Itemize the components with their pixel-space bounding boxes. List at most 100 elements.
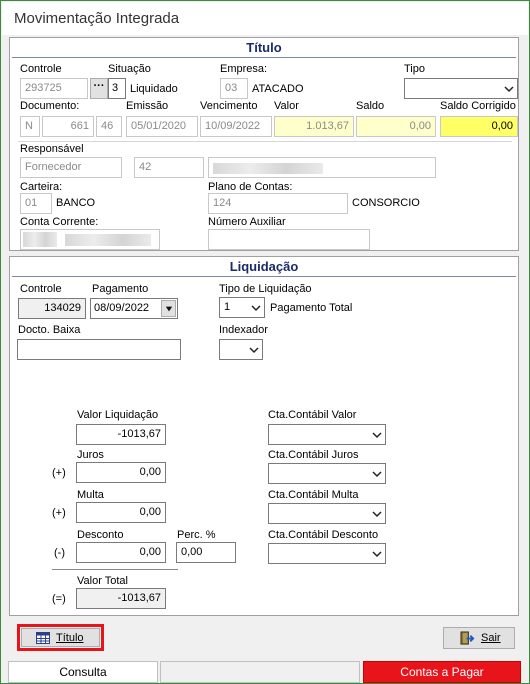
valor-liquidacao-field[interactable]: -1013,67 bbox=[76, 424, 166, 445]
sair-button-label: Sair bbox=[481, 632, 501, 644]
controle-label: Controle bbox=[20, 63, 62, 75]
docto-baixa-label: Docto. Baixa bbox=[18, 324, 81, 336]
valor-total-sign: (=) bbox=[52, 593, 66, 605]
chevron-down-icon bbox=[372, 471, 382, 478]
juros-label: Juros bbox=[77, 449, 104, 461]
plano-contas-label: Plano de Contas: bbox=[208, 181, 293, 193]
chevron-down-icon bbox=[504, 86, 514, 93]
saldo-field[interactable]: 0,00 bbox=[356, 116, 436, 137]
cta-multa-dropdown[interactable] bbox=[268, 503, 386, 524]
indexador-label: Indexador bbox=[219, 324, 268, 336]
multa-field[interactable]: 0,00 bbox=[76, 502, 166, 523]
conta-corrente-label: Conta Corrente: bbox=[20, 216, 99, 228]
documento-label: Documento: bbox=[20, 100, 80, 112]
valor-field[interactable]: 1.013,67 bbox=[274, 116, 354, 137]
cta-juros-label: Cta.Contábil Juros bbox=[268, 449, 359, 461]
cta-valor-label: Cta.Contábil Valor bbox=[268, 409, 357, 421]
table-icon bbox=[36, 632, 50, 644]
doc-parcel-field[interactable]: 46 bbox=[96, 116, 122, 137]
cta-juros-dropdown[interactable] bbox=[268, 463, 386, 484]
controle-field[interactable]: 293725 bbox=[20, 78, 88, 99]
cta-valor-dropdown[interactable] bbox=[268, 424, 386, 445]
tipo-liquidacao-code: 1 bbox=[224, 301, 231, 313]
tipo-liquidacao-text: Pagamento Total bbox=[270, 302, 353, 314]
chevron-down-icon bbox=[372, 432, 382, 439]
responsavel-type-field[interactable]: Fornecedor bbox=[20, 157, 122, 178]
saldo-label: Saldo bbox=[356, 100, 385, 112]
juros-sign: (+) bbox=[52, 467, 66, 479]
calendar-dropdown-button[interactable] bbox=[161, 300, 176, 317]
empresa-label: Empresa: bbox=[220, 63, 268, 75]
numero-auxiliar-label: Número Auxiliar bbox=[208, 216, 286, 228]
numero-auxiliar-field[interactable] bbox=[208, 229, 370, 250]
tipo-liquidacao-dropdown[interactable]: 1 bbox=[219, 297, 265, 318]
valor-liquidacao-label: Valor Liquidação bbox=[77, 409, 159, 421]
tab-middle[interactable] bbox=[160, 661, 360, 683]
sair-button[interactable]: Sair bbox=[443, 627, 515, 649]
multa-sign: (+) bbox=[52, 507, 66, 519]
plano-contas-code-field[interactable]: 124 bbox=[208, 193, 348, 214]
juros-field[interactable]: 0,00 bbox=[76, 462, 166, 483]
perc-field[interactable]: 0,00 bbox=[176, 542, 236, 563]
doc-number-field[interactable]: 661 bbox=[42, 116, 94, 137]
valor-total-field[interactable]: -1013,67 bbox=[76, 588, 166, 609]
exit-icon bbox=[460, 631, 475, 645]
window-title: Movimentação Integrada bbox=[14, 10, 180, 27]
liq-controle-label: Controle bbox=[20, 283, 62, 295]
liq-controle-field[interactable]: 134029 bbox=[18, 298, 86, 319]
cta-multa-label: Cta.Contábil Multa bbox=[268, 489, 359, 501]
multa-label: Multa bbox=[77, 489, 104, 501]
perc-label: Perc. % bbox=[177, 529, 216, 541]
situacao-code-field[interactable]: 3 bbox=[108, 78, 126, 99]
pagamento-value: 08/09/2022 bbox=[94, 302, 150, 314]
vencimento-label: Vencimento bbox=[200, 100, 258, 112]
liquidacao-panel: Liquidação Controle 134029 Pagamento 08/… bbox=[9, 256, 519, 616]
valor-total-label: Valor Total bbox=[77, 575, 128, 587]
conta-corrente-field[interactable] bbox=[20, 229, 160, 250]
desconto-label: Desconto bbox=[77, 529, 124, 541]
carteira-name: BANCO bbox=[56, 197, 96, 209]
chevron-down-icon bbox=[372, 551, 382, 558]
situacao-label: Situação bbox=[108, 63, 151, 75]
titulo-section-title: Título bbox=[246, 40, 282, 55]
doc-type-field[interactable]: N bbox=[20, 116, 40, 137]
chevron-down-icon bbox=[372, 511, 382, 518]
chevron-down-icon bbox=[165, 306, 173, 312]
pagamento-label: Pagamento bbox=[92, 283, 149, 295]
responsavel-code-field[interactable]: 42 bbox=[134, 157, 204, 178]
empresa-code-field[interactable]: 03 bbox=[220, 78, 248, 99]
chevron-down-icon bbox=[249, 347, 259, 354]
saldo-corrigido-field[interactable]: 0,00 bbox=[440, 116, 518, 137]
tipo-liquidacao-label: Tipo de Liquidação bbox=[219, 283, 312, 295]
desconto-sign: (-) bbox=[54, 547, 65, 559]
controle-lookup-button[interactable]: ··· bbox=[90, 78, 108, 99]
empresa-name: ATACADO bbox=[252, 83, 304, 95]
total-divider bbox=[52, 569, 178, 570]
tipo-dropdown[interactable] bbox=[404, 78, 518, 99]
docto-baixa-field[interactable] bbox=[17, 339, 181, 360]
plano-contas-name: CONSORCIO bbox=[352, 197, 420, 209]
responsavel-name-field[interactable] bbox=[208, 157, 436, 178]
titulo-button-label: Título bbox=[56, 632, 84, 644]
desconto-field[interactable]: 0,00 bbox=[76, 542, 166, 563]
vencimento-field[interactable]: 10/09/2022 bbox=[200, 116, 272, 137]
carteira-label: Carteira: bbox=[20, 181, 63, 193]
saldo-corrigido-label: Saldo Corrigido bbox=[440, 100, 516, 112]
main-window: Movimentação Integrada Título Controle 2… bbox=[0, 0, 530, 684]
titulo-button[interactable]: Título bbox=[21, 628, 100, 647]
tab-contas-a-pagar[interactable]: Contas a Pagar bbox=[363, 661, 521, 683]
carteira-code-field[interactable]: 01 bbox=[20, 193, 52, 214]
emissao-field[interactable]: 05/01/2020 bbox=[126, 116, 198, 137]
situacao-text: Liquidado bbox=[130, 83, 178, 95]
titulo-panel: Título Controle 293725 ··· Situação 3 Li… bbox=[9, 37, 519, 251]
indexador-dropdown[interactable] bbox=[219, 339, 263, 360]
pagamento-date-picker[interactable]: 08/09/2022 bbox=[90, 298, 178, 319]
valor-label: Valor bbox=[274, 100, 299, 112]
cta-desconto-dropdown[interactable] bbox=[268, 543, 386, 564]
responsavel-label: Responsável bbox=[20, 143, 84, 155]
tipo-label: Tipo bbox=[404, 63, 425, 75]
chevron-down-icon bbox=[251, 305, 261, 312]
title-bar: Movimentação Integrada bbox=[2, 2, 528, 35]
tab-consulta[interactable]: Consulta bbox=[8, 661, 158, 683]
emissao-label: Emissão bbox=[126, 100, 169, 112]
